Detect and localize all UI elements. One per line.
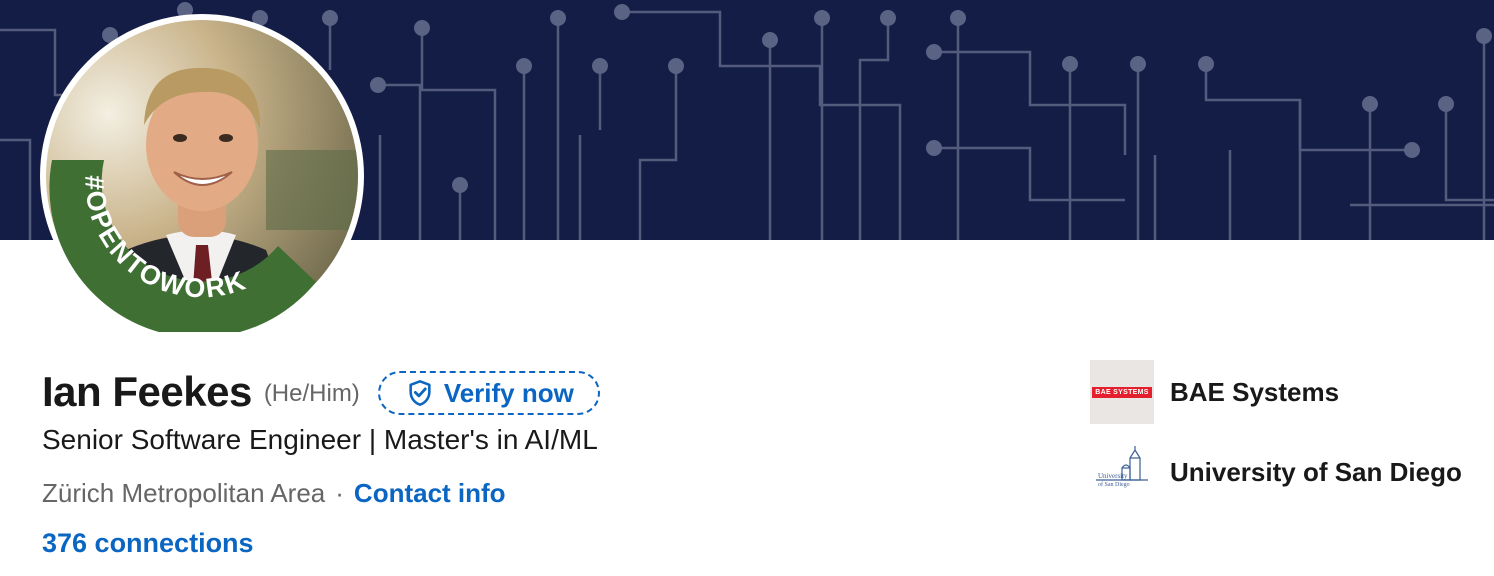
org-name: University of San Diego [1170, 456, 1462, 487]
connections-link[interactable]: 376 connections [42, 528, 254, 559]
bae-systems-logo: BAE SYSTEMS [1090, 360, 1154, 424]
verify-now-label: Verify now [443, 377, 574, 408]
profile-name: Ian Feekes [42, 368, 252, 415]
profile-headline: Senior Software Engineer | Master's in A… [42, 424, 598, 455]
shield-check-icon [409, 380, 431, 406]
org-name: BAE Systems [1170, 376, 1340, 407]
separator: · [335, 478, 344, 508]
svg-text:of San Diego: of San Diego [1098, 481, 1130, 488]
university-of-san-diego-logo-icon: University of San Diego [1096, 446, 1148, 488]
org-item-bae-systems[interactable]: BAE SYSTEMS BAE Systems [1090, 360, 1339, 424]
profile-avatar[interactable]: #OPENTOWORK [40, 14, 364, 338]
svg-text:University: University [1098, 472, 1128, 480]
usd-logo: University of San Diego [1090, 440, 1154, 504]
contact-info-link[interactable]: Contact info [354, 478, 506, 509]
location: Zürich Metropolitan Area [42, 478, 326, 508]
pronouns: (He/Him) [263, 380, 360, 407]
verify-now-button[interactable]: Verify now [377, 371, 600, 415]
location-row: Zürich Metropolitan Area · Contact info [42, 478, 506, 509]
avatar-photo: #OPENTOWORK [46, 20, 358, 332]
name-row: Ian Feekes (He/Him) Verify now [42, 366, 600, 418]
org-item-university-of-san-diego[interactable]: University of San Diego University of Sa… [1090, 440, 1462, 504]
